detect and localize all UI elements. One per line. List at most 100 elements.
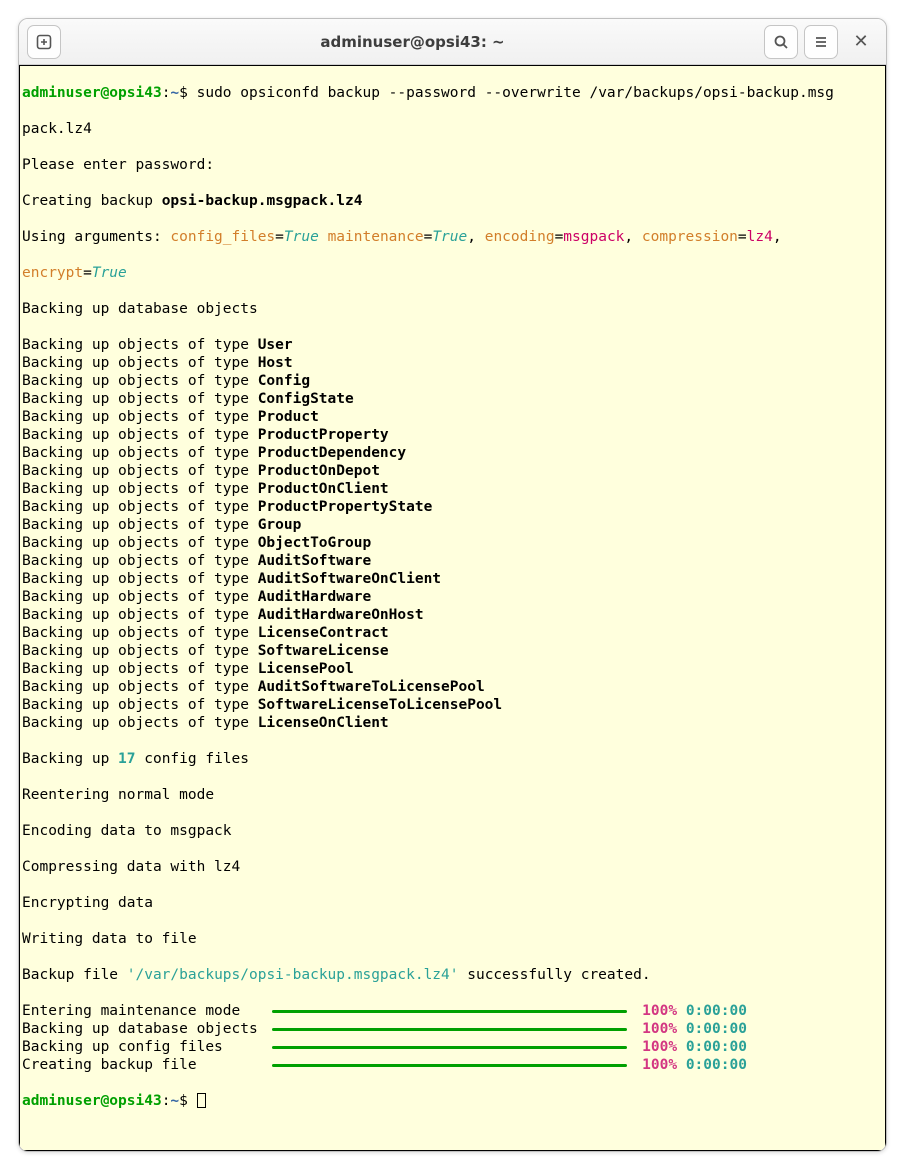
backup-type-name: ProductDependency — [258, 445, 406, 461]
new-tab-button[interactable] — [27, 25, 61, 59]
progress-bar — [272, 1064, 627, 1067]
backup-type-name: ProductOnClient — [258, 481, 389, 497]
progress-time: 0:00:00 — [677, 1056, 747, 1074]
close-icon: ✕ — [853, 33, 868, 51]
reentering-line: Reentering normal mode — [22, 786, 883, 804]
encrypting-line: Encrypting data — [22, 894, 883, 912]
backup-type-name: AuditSoftwareToLicensePool — [258, 679, 485, 695]
progress-label: Backing up database objects — [22, 1020, 266, 1038]
progress-bar — [272, 1028, 627, 1031]
backup-success-line: Backup file '/var/backups/opsi-backup.ms… — [22, 966, 883, 984]
progress-percent: 100% — [633, 1038, 677, 1056]
progress-label: Entering maintenance mode — [22, 1002, 266, 1020]
prompt-dollar: $ — [179, 85, 188, 101]
titlebar-right: ✕ — [764, 25, 878, 59]
titlebar-left — [27, 25, 61, 59]
backup-type-line: Backing up objects of type ConfigState — [22, 390, 883, 408]
progress-label: Creating backup file — [22, 1056, 266, 1074]
compressing-line: Compressing data with lz4 — [22, 858, 883, 876]
backup-type-name: User — [258, 337, 293, 353]
progress-percent: 100% — [633, 1056, 677, 1074]
backup-type-line: Backing up objects of type LicenseOnClie… — [22, 714, 883, 732]
backup-type-name: LicenseOnClient — [258, 715, 389, 731]
progress-bar — [272, 1046, 627, 1049]
terminal-window: adminuser@opsi43: ~ ✕ adminuser@opsi43:~… — [18, 18, 887, 1152]
backup-type-name: AuditHardwareOnHost — [258, 607, 424, 623]
final-prompt-user: adminuser@opsi43 — [22, 1093, 162, 1109]
backup-type-name: ConfigState — [258, 391, 354, 407]
please-enter-password: Please enter password: — [22, 156, 883, 174]
backup-type-line: Backing up objects of type AuditSoftware… — [22, 570, 883, 588]
backup-type-line: Backing up objects of type Host — [22, 354, 883, 372]
backup-type-line: Backing up objects of type ProductProper… — [22, 426, 883, 444]
backup-type-name: Group — [258, 517, 302, 533]
window-title: adminuser@opsi43: ~ — [61, 33, 764, 51]
progress-row: Backing up database objects 100% 0:00:00 — [22, 1020, 883, 1038]
progress-label: Backing up config files — [22, 1038, 266, 1056]
backup-type-name: AuditHardware — [258, 589, 372, 605]
backup-type-name: AuditSoftware — [258, 553, 372, 569]
progress-percent: 100% — [633, 1002, 677, 1020]
search-icon — [773, 34, 789, 50]
titlebar: adminuser@opsi43: ~ ✕ — [19, 19, 886, 65]
backup-type-line: Backing up objects of type AuditHardware… — [22, 606, 883, 624]
prompt-path: ~ — [170, 85, 179, 101]
backup-type-line: Backing up objects of type SoftwareLicen… — [22, 696, 883, 714]
cmd-part-1: sudo opsiconfd backup --password --overw… — [188, 85, 834, 101]
backup-type-line: Backing up objects of type LicenseContra… — [22, 624, 883, 642]
progress-time: 0:00:00 — [677, 1002, 747, 1020]
backup-type-name: Product — [258, 409, 319, 425]
backup-type-name: ProductOnDepot — [258, 463, 380, 479]
search-button[interactable] — [764, 25, 798, 59]
backup-type-name: ProductPropertyState — [258, 499, 433, 515]
backup-type-line: Backing up objects of type ProductProper… — [22, 498, 883, 516]
progress-bar — [272, 1010, 627, 1013]
backup-type-line: Backing up objects of type Config — [22, 372, 883, 390]
backup-type-name: LicensePool — [258, 661, 354, 677]
progress-row: Entering maintenance mode 100% 0:00:00 — [22, 1002, 883, 1020]
backup-type-name: ObjectToGroup — [258, 535, 372, 551]
backup-type-name: SoftwareLicenseToLicensePool — [258, 697, 502, 713]
progress-row: Backing up config files 100% 0:00:00 — [22, 1038, 883, 1056]
backup-type-name: Host — [258, 355, 293, 371]
backup-type-line: Backing up objects of type Product — [22, 408, 883, 426]
progress-percent: 100% — [633, 1020, 677, 1038]
backup-file-path: '/var/backups/opsi-backup.msgpack.lz4' — [127, 967, 459, 983]
backup-type-line: Backing up objects of type ObjectToGroup — [22, 534, 883, 552]
progress-time: 0:00:00 — [677, 1020, 747, 1038]
close-button[interactable]: ✕ — [844, 25, 878, 59]
backup-type-line: Backing up objects of type Group — [22, 516, 883, 534]
prompt-line-1: adminuser@opsi43:~$ sudo opsiconfd backu… — [22, 84, 883, 102]
backup-type-line: Backing up objects of type ProductOnDepo… — [22, 462, 883, 480]
backup-type-line: Backing up objects of type LicensePool — [22, 660, 883, 678]
prompt-user: adminuser@opsi43 — [22, 85, 162, 101]
writing-line: Writing data to file — [22, 930, 883, 948]
args-line-2: encrypt=True — [22, 264, 883, 282]
backup-type-line: Backing up objects of type AuditHardware — [22, 588, 883, 606]
backup-types-container: Backing up objects of type UserBacking u… — [22, 336, 883, 732]
config-file-count: 17 — [118, 751, 135, 767]
progress-time: 0:00:00 — [677, 1038, 747, 1056]
backup-type-name: SoftwareLicense — [258, 643, 389, 659]
menu-button[interactable] — [804, 25, 838, 59]
args-line-1: Using arguments: config_files=True maint… — [22, 228, 883, 246]
backup-filename: opsi-backup.msgpack.lz4 — [162, 193, 363, 209]
backup-type-line: Backing up objects of type ProductOnClie… — [22, 480, 883, 498]
creating-backup-line: Creating backup opsi-backup.msgpack.lz4 — [22, 192, 883, 210]
backing-up-db-objects: Backing up database objects — [22, 300, 883, 318]
cursor — [197, 1093, 206, 1108]
backup-type-line: Backing up objects of type AuditSoftware… — [22, 678, 883, 696]
backup-type-line: Backing up objects of type User — [22, 336, 883, 354]
backup-type-name: LicenseContract — [258, 625, 389, 641]
config-files-line: Backing up 17 config files — [22, 750, 883, 768]
backup-type-name: ProductProperty — [258, 427, 389, 443]
encoding-line: Encoding data to msgpack — [22, 822, 883, 840]
terminal-body[interactable]: adminuser@opsi43:~$ sudo opsiconfd backu… — [19, 65, 886, 1151]
backup-type-line: Backing up objects of type ProductDepend… — [22, 444, 883, 462]
progress-row: Creating backup file 100% 0:00:00 — [22, 1056, 883, 1074]
final-prompt-line: adminuser@opsi43:~$ — [22, 1092, 883, 1110]
progress-container: Entering maintenance mode 100% 0:00:00Ba… — [22, 1002, 883, 1074]
backup-type-name: AuditSoftwareOnClient — [258, 571, 441, 587]
backup-type-name: Config — [258, 373, 310, 389]
prompt-line-2: pack.lz4 — [22, 120, 883, 138]
